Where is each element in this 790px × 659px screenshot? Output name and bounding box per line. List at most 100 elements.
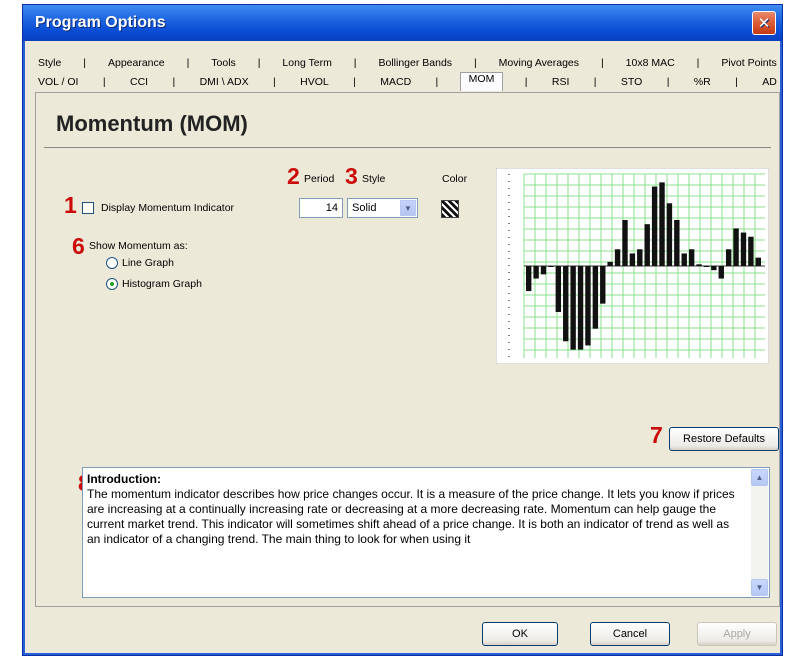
histogram-bar [659,182,665,266]
close-icon: ✕ [757,15,771,32]
close-button[interactable]: ✕ [752,11,776,35]
histogram-bar [526,266,532,292]
tab-vol-oi[interactable]: VOL / OI [35,76,81,88]
tab-separator: | [353,56,357,69]
histogram-graph-label: Histogram Graph [122,278,202,290]
tab-separator: | [353,75,356,88]
histogram-bar [600,266,606,304]
tab-separator: | [735,75,738,88]
cancel-button[interactable]: Cancel [590,622,670,646]
histogram-bar [666,203,673,266]
restore-defaults-button[interactable]: Restore Defaults [669,427,779,451]
histogram-bar [607,261,613,266]
scroll-up-icon[interactable]: ▲ [751,469,768,486]
window-title: Program Options [35,14,166,31]
tab-separator: | [257,56,261,69]
tab-tools[interactable]: Tools [208,57,239,69]
tab-pivot-points[interactable]: Pivot Points [718,57,779,69]
tab-rsi[interactable]: RSI [549,76,573,88]
tab-10x8-mac[interactable]: 10x8 MAC [623,57,678,69]
introduction-textbox[interactable]: Introduction: The momentum indicator des… [82,467,770,598]
style-value: Solid [352,202,377,214]
histogram-bar [563,266,569,342]
histogram-bar [592,266,599,329]
tab-row-2: VOL / OI | CCI | DMI \ ADX | HVOL | MACD | MOM | RSI… [35,72,780,91]
tab-ad[interactable]: AD [759,76,780,88]
histogram-bar [688,249,695,266]
tab-r[interactable]: %R [691,76,714,88]
histogram-bar [740,232,747,266]
histogram-bar [696,264,702,266]
tab-separator: | [83,56,87,69]
program-options-window: Program Options ✕ Style | Appearance | Tools… [22,4,783,656]
tab-row-1: Style | Appearance | Tools | Long Term | Bolling… [35,53,780,72]
tab-separator: | [186,56,190,69]
histogram-bar [577,266,584,350]
chevron-down-icon: ▼ [400,200,416,216]
tab-sto[interactable]: STO [618,76,645,88]
tab-separator: | [102,75,106,88]
tab-separator: | [666,75,670,88]
color-label: Color [442,173,468,185]
tab-separator: | [696,56,700,69]
tab-separator: | [435,75,439,88]
histogram-bar [674,220,680,266]
histogram-bar [622,220,628,266]
display-momentum-checkbox[interactable] [82,202,94,214]
scroll-down-icon[interactable]: ▼ [751,579,768,596]
tab-separator: | [473,56,477,69]
tab-mom[interactable]: MOM [459,72,504,91]
histogram-bar [614,249,621,266]
intro-body: The momentum indicator describes how pri… [87,487,735,546]
histogram-bar [681,253,687,266]
tab-appearance[interactable]: Appearance [105,57,168,69]
style-select[interactable]: Solid ▼ [347,198,418,218]
marker-6: 6 [72,233,85,259]
tab-separator: | [172,75,176,88]
histogram-bar [637,249,643,266]
marker-3: 3 [345,163,358,189]
intro-scrollbar[interactable]: ▲ ▼ [751,469,768,596]
tab-dmi-adx[interactable]: DMI \ ADX [197,76,252,88]
histogram-bar [548,266,554,267]
title-divider [44,147,771,148]
tab-style[interactable]: Style [35,57,64,69]
histogram-bar [748,236,754,266]
ok-button[interactable]: OK [482,622,558,646]
tab-bollinger-bands[interactable]: Bollinger Bands [375,57,455,69]
marker-7: 7 [650,422,663,448]
tab-hvol[interactable]: HVOL [297,76,332,88]
histogram-bar [733,228,739,266]
tab-long-term[interactable]: Long Term [279,57,334,69]
momentum-preview-chart [496,168,769,364]
histogram-bar [644,224,650,266]
line-graph-radio[interactable] [106,257,118,269]
display-momentum-label: Display Momentum Indicator [101,202,235,214]
tab-separator: | [273,75,276,88]
tab-moving-averages[interactable]: Moving Averages [496,57,582,69]
tab-cci[interactable]: CCI [127,76,151,88]
histogram-bar [585,266,591,346]
histogram-bar [555,266,562,312]
intro-heading: Introduction: [87,472,161,486]
tab-macd[interactable]: MACD [377,76,414,88]
histogram-bar [651,186,658,266]
panel-title: Momentum (MOM) [56,111,248,136]
tab-separator: | [593,75,597,88]
period-input[interactable]: 14 [299,198,343,218]
show-momentum-label: Show Momentum as: [89,240,188,252]
histogram-graph-radio[interactable] [106,278,118,290]
histogram-bar [570,266,576,350]
tab-separator: | [524,75,528,88]
color-swatch[interactable] [441,200,459,218]
style-label: Style [362,173,386,185]
histogram-bar [711,266,717,271]
apply-button[interactable]: Apply [697,622,777,646]
tab-separator: | [600,56,604,69]
marker-1: 1 [64,192,77,218]
line-graph-label: Line Graph [122,257,174,269]
title-bar: Program Options ✕ [23,5,782,41]
histogram-bar [755,257,761,266]
histogram-bar [718,266,724,279]
histogram-bar [540,266,547,275]
